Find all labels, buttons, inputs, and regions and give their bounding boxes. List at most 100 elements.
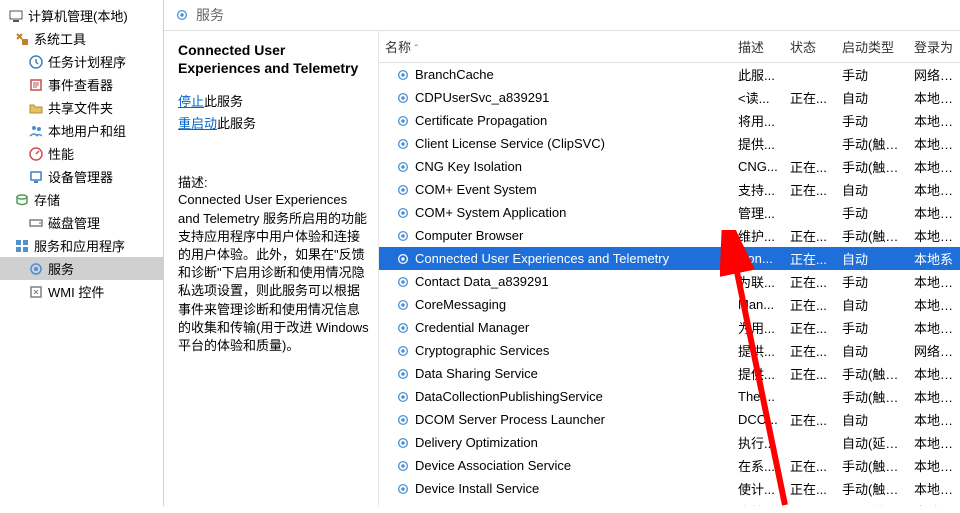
service-desc: CNG... xyxy=(732,159,784,174)
service-gear-icon xyxy=(395,389,411,405)
service-startup: 手动 xyxy=(836,272,908,291)
service-row[interactable]: DCOM Server Process LauncherDCO...正在...自… xyxy=(379,408,960,431)
service-name: Certificate Propagation xyxy=(415,113,547,128)
service-row[interactable]: Client License Service (ClipSVC)提供...手动(… xyxy=(379,132,960,155)
service-gear-icon xyxy=(395,67,411,83)
service-startup: 自动 xyxy=(836,88,908,107)
service-desc: 维护... xyxy=(732,226,784,245)
service-name: Credential Manager xyxy=(415,320,529,335)
tree-item-label: 共享文件夹 xyxy=(48,98,113,117)
col-name-header[interactable]: 名称 ˆ xyxy=(379,37,732,56)
tools-icon xyxy=(14,31,30,47)
service-row[interactable]: BranchCache此服...手动网络服... xyxy=(379,63,960,86)
service-startup: 手动(触发... xyxy=(836,387,908,406)
tree-item-folders[interactable]: 共享文件夹 xyxy=(0,96,163,119)
tree-root[interactable]: 计算机管理(本地) xyxy=(0,4,163,27)
col-startup-header[interactable]: 启动类型 xyxy=(836,37,908,56)
tree-item-label: 存储 xyxy=(34,190,60,209)
service-row[interactable]: CNG Key IsolationCNG...正在...手动(触发...本地系.… xyxy=(379,155,960,178)
stop-action: 停止此服务 xyxy=(178,91,370,110)
tree-item-gear[interactable]: 服务 xyxy=(0,257,163,280)
service-row[interactable]: Device Install Service使计...正在...手动(触发...… xyxy=(379,477,960,500)
tree-item-storage[interactable]: 存储 xyxy=(0,188,163,211)
service-desc: 管理... xyxy=(732,203,784,222)
service-row[interactable]: Device Association Service在系...正在...手动(触… xyxy=(379,454,960,477)
service-startup: 自动 xyxy=(836,410,908,429)
service-row[interactable]: Certificate Propagation将用...手动本地系... xyxy=(379,109,960,132)
service-row[interactable]: Computer Browser维护...正在...手动(触发...本地系... xyxy=(379,224,960,247)
service-row[interactable]: CDPUserSvc_a839291<读...正在...自动本地系... xyxy=(379,86,960,109)
service-logon: 本地系... xyxy=(908,318,960,337)
gear-icon xyxy=(174,7,190,23)
service-desc: 此服... xyxy=(732,65,784,84)
tree-item-events[interactable]: 事件查看器 xyxy=(0,73,163,96)
tree-item-label: 本地用户和组 xyxy=(48,121,126,140)
tree-item-label: 性能 xyxy=(48,144,74,163)
service-row[interactable]: Credential Manager为用...正在...手动本地系... xyxy=(379,316,960,339)
service-desc: 在系... xyxy=(732,456,784,475)
service-logon: 本地系... xyxy=(908,387,960,406)
service-row[interactable]: Connected User Experiences and Telemetry… xyxy=(379,247,960,270)
service-name: Device Install Service xyxy=(415,481,539,496)
service-startup: 自动 xyxy=(836,249,908,268)
tree-item-label: 设备管理器 xyxy=(48,167,113,186)
service-status: 正在... xyxy=(784,456,836,475)
service-startup: 自动 xyxy=(836,341,908,360)
service-gear-icon xyxy=(395,136,411,152)
tree-item-disk[interactable]: 磁盘管理 xyxy=(0,211,163,234)
service-row[interactable]: Cryptographic Services提供...正在...自动网络服... xyxy=(379,339,960,362)
service-row[interactable]: Delivery Optimization执行...自动(延迟...本地系... xyxy=(379,431,960,454)
service-status: 正在... xyxy=(784,157,836,176)
service-name: CNG Key Isolation xyxy=(415,159,522,174)
tree-item-perf[interactable]: 性能 xyxy=(0,142,163,165)
service-row[interactable]: Contact Data_a839291为联...正在...手动本地系... xyxy=(379,270,960,293)
tree-item-label: WMI 控件 xyxy=(48,282,104,301)
service-status: 正在... xyxy=(784,295,836,314)
restart-link[interactable]: 重启动 xyxy=(178,116,217,131)
service-startup: 手动 xyxy=(836,65,908,84)
service-logon: 网络服... xyxy=(908,341,960,360)
service-row[interactable]: Device Setup Manager支持...手动(触发...本地系... xyxy=(379,500,960,506)
service-row[interactable]: CoreMessagingMan...正在...自动本地服... xyxy=(379,293,960,316)
service-name: COM+ System Application xyxy=(415,205,566,220)
service-status: 正在... xyxy=(784,272,836,291)
service-logon: 本地系 xyxy=(908,249,960,268)
service-logon: 本地系... xyxy=(908,272,960,291)
service-row[interactable]: Data Sharing Service提供...正在...手动(触发...本地… xyxy=(379,362,960,385)
service-gear-icon xyxy=(395,458,411,474)
service-startup: 手动 xyxy=(836,318,908,337)
schedule-icon xyxy=(28,54,44,70)
computer-icon xyxy=(8,8,24,24)
service-gear-icon xyxy=(395,274,411,290)
service-startup: 手动 xyxy=(836,111,908,130)
main-panel: 服务 Connected User Experiences and Teleme… xyxy=(164,0,960,506)
service-row[interactable]: COM+ Event System支持...正在...自动本地服... xyxy=(379,178,960,201)
service-logon: 本地系... xyxy=(908,364,960,383)
disk-icon xyxy=(28,215,44,231)
service-name: Computer Browser xyxy=(415,228,523,243)
service-desc: 提供... xyxy=(732,134,784,153)
service-row[interactable]: COM+ System Application管理...手动本地系... xyxy=(379,201,960,224)
tree-item-devices[interactable]: 设备管理器 xyxy=(0,165,163,188)
tree-item-schedule[interactable]: 任务计划程序 xyxy=(0,50,163,73)
service-list: 名称 ˆ 描述 状态 启动类型 登录为 BranchCache此服...手动网络… xyxy=(379,31,960,506)
service-gear-icon xyxy=(395,320,411,336)
col-status-header[interactable]: 状态 xyxy=(784,37,836,56)
tree-item-wmi[interactable]: WMI 控件 xyxy=(0,280,163,303)
service-row[interactable]: DataCollectionPublishingServiceThe ...手动… xyxy=(379,385,960,408)
service-startup: 手动(触发... xyxy=(836,226,908,245)
detail-panel: Connected User Experiences and Telemetry… xyxy=(164,31,379,506)
wmi-icon xyxy=(28,284,44,300)
tree-item-tools[interactable]: 系统工具 xyxy=(0,27,163,50)
service-startup: 手动 xyxy=(836,203,908,222)
stop-link[interactable]: 停止 xyxy=(178,94,204,109)
col-desc-header[interactable]: 描述 xyxy=(732,37,784,56)
service-name: Data Sharing Service xyxy=(415,366,538,381)
tree-item-apps[interactable]: 服务和应用程序 xyxy=(0,234,163,257)
service-startup: 手动(触发... xyxy=(836,479,908,498)
col-logon-header[interactable]: 登录为 xyxy=(908,37,960,56)
events-icon xyxy=(28,77,44,93)
tree-item-users[interactable]: 本地用户和组 xyxy=(0,119,163,142)
service-logon: 本地服... xyxy=(908,180,960,199)
service-startup: 手动(触发... xyxy=(836,134,908,153)
